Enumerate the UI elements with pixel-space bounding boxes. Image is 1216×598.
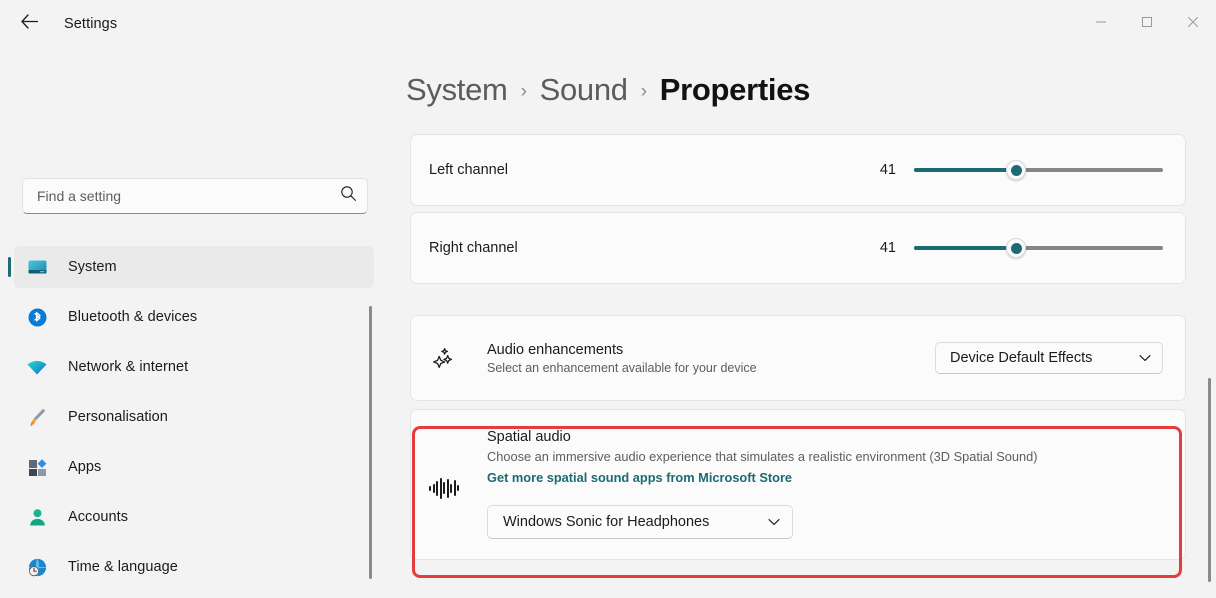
minimize-icon	[1095, 15, 1107, 33]
spatial-audio-dropdown-value: Windows Sonic for Headphones	[503, 514, 710, 530]
sidebar-item-label: Accounts	[68, 509, 129, 525]
search-box[interactable]	[22, 178, 368, 214]
sidebar-item-network-internet[interactable]: Network & internet	[14, 346, 374, 388]
sidebar-item-label: Network & internet	[68, 359, 189, 375]
sidebar-scrollbar[interactable]	[369, 306, 372, 579]
right-channel-slider[interactable]	[914, 238, 1163, 258]
arrow-left-icon	[20, 14, 38, 34]
sparkles-icon	[429, 345, 459, 371]
clock-globe-icon	[26, 556, 48, 578]
left-channel-value: 41	[879, 162, 896, 178]
audio-waveform-icon	[429, 477, 459, 499]
breadcrumb-separator-icon: ›	[520, 81, 527, 102]
sidebar-item-label: Bluetooth & devices	[68, 309, 198, 325]
left-channel-row: Left channel 41	[410, 134, 1186, 206]
settings-cards: Left channel 41 Right channel 41 Audio e…	[410, 134, 1186, 560]
window-controls	[1078, 0, 1216, 48]
sidebar-item-system[interactable]: System	[8, 246, 374, 288]
bluetooth-icon	[26, 306, 48, 328]
right-channel-row: Right channel 41	[410, 212, 1186, 284]
page-title: Properties	[659, 72, 811, 107]
spatial-audio-store-link[interactable]: Get more spatial sound apps from Microso…	[487, 470, 792, 485]
sidebar-item-label: Apps	[68, 459, 102, 475]
breadcrumb: System › Sound › Properties	[406, 72, 810, 108]
search-icon[interactable]	[340, 185, 357, 207]
sidebar-item-label: Time & language	[68, 559, 178, 575]
person-icon	[26, 506, 48, 528]
app-title: Settings	[64, 16, 118, 32]
left-channel-label: Left channel	[429, 162, 509, 178]
waveform-bars	[429, 477, 459, 499]
close-button[interactable]	[1170, 0, 1216, 48]
search-container	[22, 178, 368, 214]
audio-enhancements-texts: Audio enhancements Select an enhancement…	[487, 342, 757, 375]
monitor-icon	[26, 256, 48, 278]
chevron-down-icon	[768, 518, 780, 526]
slider-fill	[914, 246, 1017, 250]
maximize-icon	[1141, 15, 1153, 33]
audio-enhancements-title: Audio enhancements	[487, 341, 624, 358]
paintbrush-icon	[26, 406, 48, 428]
sidebar-item-time-language[interactable]: Time & language	[14, 546, 374, 588]
audio-enhancements-dropdown[interactable]: Device Default Effects	[935, 342, 1163, 374]
left-channel-slider[interactable]	[914, 160, 1163, 180]
apps-icon	[26, 456, 48, 478]
audio-enhancements-dropdown-value: Device Default Effects	[950, 350, 1093, 366]
sidebar-item-apps[interactable]: Apps	[14, 446, 374, 488]
content-area: System › Sound › Properties Left channel…	[388, 48, 1216, 598]
right-channel-value: 41	[879, 240, 896, 256]
audio-enhancements-subtitle: Select an enhancement available for your…	[487, 360, 757, 375]
right-channel-slider-group: 41	[870, 238, 1163, 258]
sidebar-item-label: System	[68, 259, 117, 275]
title-bar: Settings	[0, 0, 1216, 48]
spatial-audio-body: Spatial audio Choose an immersive audio …	[487, 429, 1163, 539]
sidebar-item-bluetooth-devices[interactable]: Bluetooth & devices	[14, 296, 374, 338]
back-button[interactable]	[10, 8, 48, 40]
left-channel-slider-group: 41	[870, 160, 1163, 180]
spatial-audio-subtitle: Choose an immersive audio experience tha…	[487, 449, 1038, 464]
breadcrumb-system[interactable]: System	[406, 72, 508, 108]
sidebar: System Bluetooth & devices	[0, 48, 388, 598]
sidebar-item-accounts[interactable]: Accounts	[14, 496, 374, 538]
slider-fill	[914, 168, 1017, 172]
sidebar-item-personalisation[interactable]: Personalisation	[14, 396, 374, 438]
wifi-icon	[26, 356, 48, 378]
settings-window: Settings Find a setting System Bluetooth…	[0, 0, 1216, 598]
content-scrollbar[interactable]	[1208, 378, 1211, 582]
search-input[interactable]	[37, 188, 340, 204]
breadcrumb-separator-icon: ›	[640, 81, 647, 102]
minimize-button[interactable]	[1078, 0, 1124, 48]
spatial-audio-title: Spatial audio	[487, 429, 571, 445]
right-channel-label: Right channel	[429, 240, 518, 256]
audio-enhancements-row: Audio enhancements Select an enhancement…	[410, 315, 1186, 401]
breadcrumb-sound[interactable]: Sound	[540, 72, 628, 108]
slider-thumb[interactable]	[1006, 238, 1027, 258]
spatial-audio-dropdown[interactable]: Windows Sonic for Headphones	[487, 505, 793, 539]
sidebar-item-label: Personalisation	[68, 409, 168, 425]
close-icon	[1187, 15, 1199, 33]
sidebar-nav: System Bluetooth & devices Network & int…	[8, 246, 374, 596]
maximize-button[interactable]	[1124, 0, 1170, 48]
slider-thumb[interactable]	[1006, 160, 1027, 180]
spatial-audio-row: Spatial audio Choose an immersive audio …	[410, 409, 1186, 560]
chevron-down-icon	[1139, 354, 1151, 362]
